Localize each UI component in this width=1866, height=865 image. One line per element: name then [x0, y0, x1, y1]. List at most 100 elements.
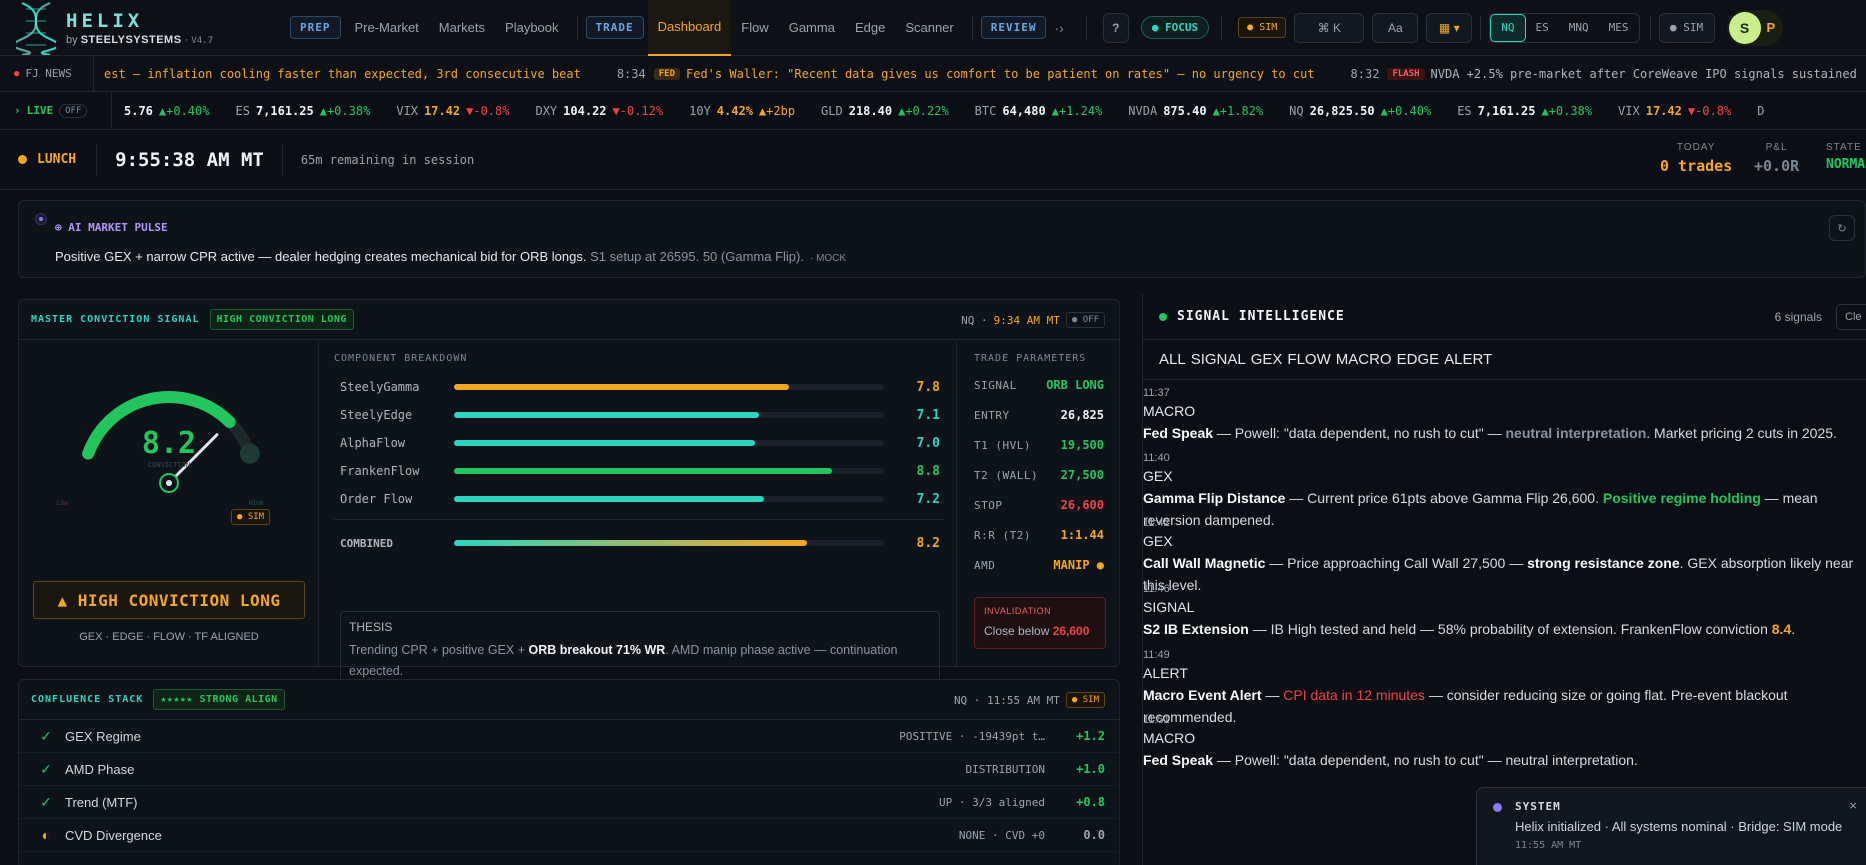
param-row: AMD MANIP ● [974, 550, 1104, 580]
component-value: 7.8 [916, 379, 940, 395]
param-row: T2 (WALL) 27,500 [974, 460, 1104, 490]
ticker-list: 5.76 ▲+0.40% ES 7,161.25 ▲+0.38% VIX 17.42 ▼-0.… [112, 104, 1802, 118]
market-es[interactable]: ES [1526, 14, 1559, 42]
sim-badge[interactable]: ● SIM [1238, 17, 1287, 38]
confluence-row[interactable]: ✓ GEX Regime POSITIVE · -19439pt t… +1.2 [19, 720, 1119, 753]
close-icon[interactable]: × [1849, 798, 1857, 813]
ticker-item[interactable]: 10Y 4.42% ▲+2bp [689, 104, 795, 118]
ticker-symbol: VIX [396, 103, 418, 118]
ticker-item[interactable]: NQ 26,825.50 ▲+0.40% [1289, 104, 1431, 118]
apps-grid-icon[interactable]: ▦ ▾ [1426, 12, 1473, 43]
signal-title: Fed Speak [1143, 752, 1214, 768]
brand-logo[interactable]: HELIX by STEELYSYSTEMS · V4.7 [0, 1, 290, 55]
ticker-price: 7,161.25 [1477, 103, 1536, 118]
check-icon: ✓ [40, 760, 52, 777]
nav-divider [576, 15, 578, 40]
news-item[interactable]: 8:32 FLASH NVDA +2.5% pre-market after Cor… [1351, 67, 1857, 81]
ticker-item[interactable]: BTC 64,480 ▲+1.24% [975, 104, 1103, 118]
signal-event[interactable]: 11:51 MACRO Fed Speak — Powell: "data depe… [1143, 713, 1866, 771]
signal-event[interactable]: 11:37 MACRO Fed Speak — Powell: "data depe… [1143, 386, 1866, 444]
confluence-row[interactable]: ✓ Trend (MTF) UP · 3/3 aligned +0.8 [19, 786, 1119, 819]
market-mnq[interactable]: MNQ [1559, 14, 1599, 42]
ticker-change: ▲+0.38% [1541, 103, 1593, 118]
ticker-price: 26,825.50 [1309, 103, 1375, 118]
signal-filter-macro[interactable]: MACRO [1336, 351, 1392, 368]
nav-scanner[interactable]: Scanner [895, 0, 963, 56]
param-label: T1 (HVL) [974, 438, 1031, 452]
signal-filter-all[interactable]: ALL [1159, 351, 1186, 368]
news-tag: FED [653, 67, 680, 80]
ticker-change: ▲+0.40% [158, 103, 210, 118]
signal-filters: ALL SIGNAL GEX FLOW MACRO EDGE ALERT [1143, 340, 1866, 380]
today-label: TODAY [1676, 142, 1716, 153]
ticker-item[interactable]: D [1757, 104, 1776, 118]
nav-flow[interactable]: Flow [731, 0, 778, 56]
master-toggle[interactable]: ● OFF [1065, 312, 1105, 328]
market-nq[interactable]: NQ [1490, 13, 1526, 42]
signal-filter-signal[interactable]: SIGNAL [1191, 351, 1246, 368]
signal-filter-gex[interactable]: GEX [1251, 351, 1283, 368]
signal-filter-alert[interactable]: ALERT [1444, 351, 1492, 368]
master-symbol: NQ · [961, 313, 988, 327]
component-name: FrankenFlow [340, 464, 420, 478]
refresh-icon[interactable]: ↻ [1829, 215, 1855, 241]
trade-section-label[interactable]: TRADE [585, 16, 644, 39]
ticker-item[interactable]: VIX 17.42 ▼-0.8% [1618, 104, 1731, 118]
component-bar [454, 412, 884, 418]
ticker-item[interactable]: NVDA 875.40 ▲+1.82% [1128, 104, 1263, 118]
ticker-item[interactable]: GLD 218.40 ▲+0.22% [821, 104, 949, 118]
confluence-row[interactable]: ✓ AMD Phase DISTRIBUTION +1.0 [19, 753, 1119, 786]
signal-text-a: — Powell: "data dependent, no rush to cu… [1213, 752, 1638, 768]
ticker-item[interactable]: ES 7,161.25 ▲+0.38% [1457, 104, 1592, 118]
nav-pre-market[interactable]: Pre-Market [345, 0, 429, 56]
trade-nav-group: TRADE Dashboard Flow Gamma Edge Scanner [585, 0, 964, 56]
ticker-item[interactable]: VIX 17.42 ▼-0.8% [396, 104, 509, 118]
signal-event[interactable]: 11:46 SIGNAL S2 IB Extension — IB High tes… [1143, 582, 1866, 640]
component-bar [454, 468, 884, 474]
live-label: › LIVE OFF [0, 92, 112, 129]
signal-filter-flow[interactable]: FLOW [1287, 351, 1330, 368]
market-mes[interactable]: MES [1599, 14, 1639, 42]
ticker-symbol: D [1757, 103, 1765, 118]
nav-playbook[interactable]: Playbook [495, 0, 568, 56]
param-row: T1 (HVL) 19,500 [974, 430, 1104, 460]
nav-edge[interactable]: Edge [845, 0, 895, 56]
ticker-toggle[interactable]: OFF [59, 103, 88, 118]
command-palette-button[interactable]: ⌘ K [1294, 12, 1365, 43]
nav-markets[interactable]: Markets [429, 0, 495, 56]
review-section-label[interactable]: REVIEW [980, 16, 1047, 39]
ai-market-pulse-card: ⊕ AI MARKET PULSE Positive GEX + narrow … [18, 200, 1866, 278]
clear-signals-button[interactable]: Cle [1836, 304, 1866, 330]
component-name: SteelyGamma [340, 380, 420, 394]
combined-bar-fill [454, 540, 807, 546]
focus-mode-button[interactable]: ● FOCUS [1140, 16, 1210, 39]
ticker-item[interactable]: DXY 104.22 ▼-0.12% [535, 104, 663, 118]
ticker-change: ▼-0.8% [466, 103, 510, 118]
signal-filter-edge[interactable]: EDGE [1397, 351, 1440, 368]
confluence-row[interactable]: ◐ CVD Divergence NONE · CVD +0 0.0 [19, 819, 1119, 852]
nav-divider [1085, 15, 1087, 40]
signal-title: Macro Event Alert [1143, 687, 1262, 703]
ticker-price: 5.76 [124, 103, 153, 118]
more-nav-chevron-icon[interactable]: ·› [1054, 20, 1063, 36]
help-button[interactable]: ? [1102, 12, 1129, 43]
signal-highlight: Positive regime holding [1602, 490, 1761, 506]
alignment-summary: GEX · EDGE · FLOW · TF ALIGNED [79, 631, 259, 643]
combined-value: 8.2 [916, 535, 940, 551]
conviction-badge: HIGH CONVICTION LONG [209, 309, 354, 330]
confluence-score: +1.0 [1076, 762, 1105, 776]
news-item[interactable]: 8:34 FED Fed's Waller: "Recent data gives … [617, 67, 1315, 81]
font-size-button[interactable]: Aa [1372, 12, 1419, 43]
ticker-item[interactable]: ES 7,161.25 ▲+0.38% [235, 104, 370, 118]
prep-section-label[interactable]: PREP [290, 16, 341, 39]
component-row: AlphaFlow 7.0 [340, 433, 940, 453]
state-stat: STATE NORMAL [1826, 142, 1866, 172]
ticker-item[interactable]: 5.76 ▲+0.40% [118, 104, 209, 118]
nav-gamma[interactable]: Gamma [779, 0, 845, 56]
user-menu[interactable]: S P [1726, 9, 1784, 46]
signal-text: Fed Speak — Powell: "data dependent, no … [1143, 422, 1866, 444]
news-label-text: FJ NEWS [25, 67, 72, 80]
nav-dashboard[interactable]: Dashboard [647, 0, 732, 56]
news-item[interactable]: est — inflation cooling faster than expe… [104, 67, 581, 81]
sim-status-button[interactable]: ● SIM [1658, 12, 1715, 43]
